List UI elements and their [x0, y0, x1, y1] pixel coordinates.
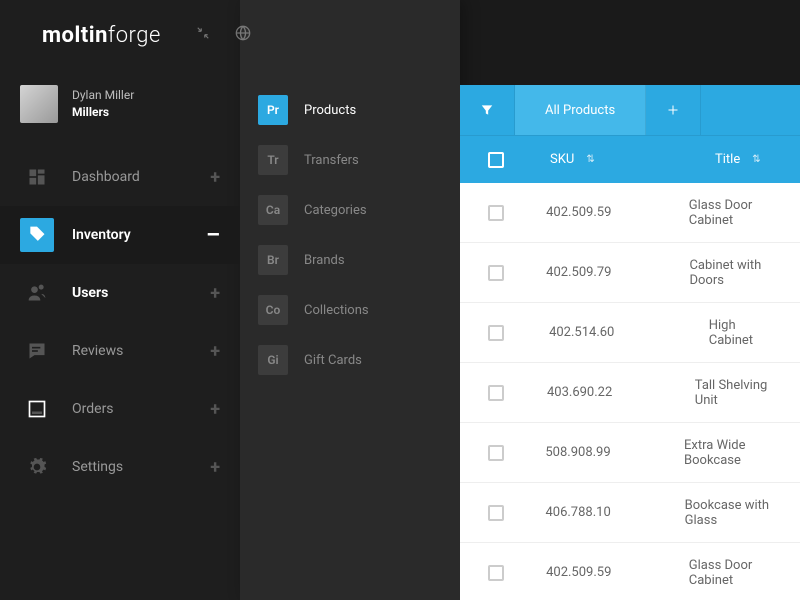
user-block[interactable]: Dylan Miller Millers: [0, 85, 240, 148]
sidebar-item-orders[interactable]: Orders +: [0, 380, 240, 438]
table-row[interactable]: 508.908.99Extra Wide Bookcase: [460, 423, 800, 483]
tab-bar: All Products: [460, 85, 800, 135]
nav-label: Orders: [72, 401, 192, 417]
sub-label: Categories: [304, 203, 367, 218]
sidebar-item-inventory[interactable]: Inventory –: [0, 206, 240, 264]
sidebar: Dylan Miller Millers Dashboard + Inventory…: [0, 0, 240, 600]
sort-icon: ⇅: [586, 154, 594, 165]
box-icon: [20, 392, 54, 426]
cell-title: Glass Door Cabinet: [669, 198, 800, 228]
cell-sku: 508.908.99: [525, 445, 664, 460]
nav-action[interactable]: +: [210, 341, 220, 362]
table-row[interactable]: 402.509.59Glass Door Cabinet: [460, 543, 800, 600]
sidebar-item-dashboard[interactable]: Dashboard +: [0, 148, 240, 206]
table-row[interactable]: 402.514.60High Cabinet: [460, 303, 800, 363]
cell-sku: 402.514.60: [529, 325, 689, 340]
chat-icon: [20, 334, 54, 368]
inventory-subpanel: Pr Products Tr Transfers Ca Categories Br Brand…: [240, 0, 460, 600]
nav-label: Users: [72, 285, 192, 301]
dashboard-icon: [20, 160, 54, 194]
sub-abbr: Co: [258, 295, 288, 325]
nav-action[interactable]: +: [210, 283, 220, 304]
sort-icon: ⇅: [752, 154, 760, 165]
cell-title: High Cabinet: [689, 318, 800, 348]
nav-label: Settings: [72, 459, 192, 475]
column-sku[interactable]: SKU⇅: [530, 152, 695, 167]
filter-tab[interactable]: [460, 85, 515, 135]
gear-icon: [20, 450, 54, 484]
sub-label: Gift Cards: [304, 353, 362, 368]
sidebar-item-settings[interactable]: Settings +: [0, 438, 240, 496]
table-header: SKU⇅ Title⇅: [460, 135, 800, 183]
nav-label: Inventory: [72, 227, 188, 243]
nav-label: Reviews: [72, 343, 192, 359]
column-title[interactable]: Title⇅: [695, 152, 781, 167]
nav-action[interactable]: +: [210, 457, 220, 478]
cell-title: Tall Shelving Unit: [675, 378, 800, 408]
row-checkbox[interactable]: [488, 565, 504, 581]
tag-icon: [20, 218, 54, 252]
table-row[interactable]: 403.690.22Tall Shelving Unit: [460, 363, 800, 423]
users-icon: [20, 276, 54, 310]
main-content: All Products SKU⇅ Title⇅ 402.509.59Glass…: [460, 85, 800, 600]
sub-item-brands[interactable]: Br Brands: [240, 235, 460, 285]
sub-item-gift-cards[interactable]: Gi Gift Cards: [240, 335, 460, 385]
cell-title: Extra Wide Bookcase: [664, 438, 800, 468]
sub-label: Collections: [304, 303, 369, 318]
row-checkbox[interactable]: [488, 265, 504, 281]
cell-sku: 402.509.79: [526, 265, 669, 280]
row-checkbox[interactable]: [488, 385, 504, 401]
table-row[interactable]: 402.509.79Cabinet with Doors: [460, 243, 800, 303]
row-checkbox[interactable]: [488, 505, 504, 521]
sub-item-categories[interactable]: Ca Categories: [240, 185, 460, 235]
table-body: 402.509.59Glass Door Cabinet402.509.79Ca…: [460, 183, 800, 600]
user-company: Millers: [72, 104, 134, 121]
sub-label: Transfers: [304, 153, 359, 168]
tab-all-products[interactable]: All Products: [515, 85, 646, 135]
user-name: Dylan Miller: [72, 87, 134, 104]
logo: moltinforge: [42, 23, 161, 48]
select-all-checkbox[interactable]: [488, 152, 504, 168]
cell-sku: 406.788.10: [525, 505, 664, 520]
globe-icon[interactable]: [235, 25, 251, 45]
collapse-icon[interactable]: [196, 26, 210, 44]
sub-abbr: Ca: [258, 195, 288, 225]
sub-abbr: Br: [258, 245, 288, 275]
nav-action[interactable]: +: [210, 399, 220, 420]
sidebar-item-users[interactable]: Users +: [0, 264, 240, 322]
sub-label: Products: [304, 103, 356, 118]
sub-item-collections[interactable]: Co Collections: [240, 285, 460, 335]
sub-label: Brands: [304, 253, 345, 268]
sub-abbr: Tr: [258, 145, 288, 175]
sub-abbr: Gi: [258, 345, 288, 375]
app-header: moltinforge: [0, 0, 800, 70]
sub-abbr: Pr: [258, 95, 288, 125]
table-row[interactable]: 402.509.59Glass Door Cabinet: [460, 183, 800, 243]
table-row[interactable]: 406.788.10Bookcase with Glass: [460, 483, 800, 543]
sub-item-products[interactable]: Pr Products: [240, 85, 460, 135]
row-checkbox[interactable]: [488, 445, 504, 461]
row-checkbox[interactable]: [488, 205, 504, 221]
cell-sku: 403.690.22: [527, 385, 675, 400]
nav-action[interactable]: –: [206, 223, 220, 248]
avatar: [20, 85, 58, 123]
nav-action[interactable]: +: [210, 167, 220, 188]
sub-item-transfers[interactable]: Tr Transfers: [240, 135, 460, 185]
cell-title: Bookcase with Glass: [665, 498, 800, 528]
cell-sku: 402.509.59: [526, 565, 669, 580]
cell-sku: 402.509.59: [526, 205, 669, 220]
row-checkbox[interactable]: [488, 325, 504, 341]
cell-title: Cabinet with Doors: [669, 258, 800, 288]
nav-label: Dashboard: [72, 169, 192, 185]
cell-title: Glass Door Cabinet: [669, 558, 800, 588]
sidebar-item-reviews[interactable]: Reviews +: [0, 322, 240, 380]
add-tab[interactable]: [646, 85, 701, 135]
